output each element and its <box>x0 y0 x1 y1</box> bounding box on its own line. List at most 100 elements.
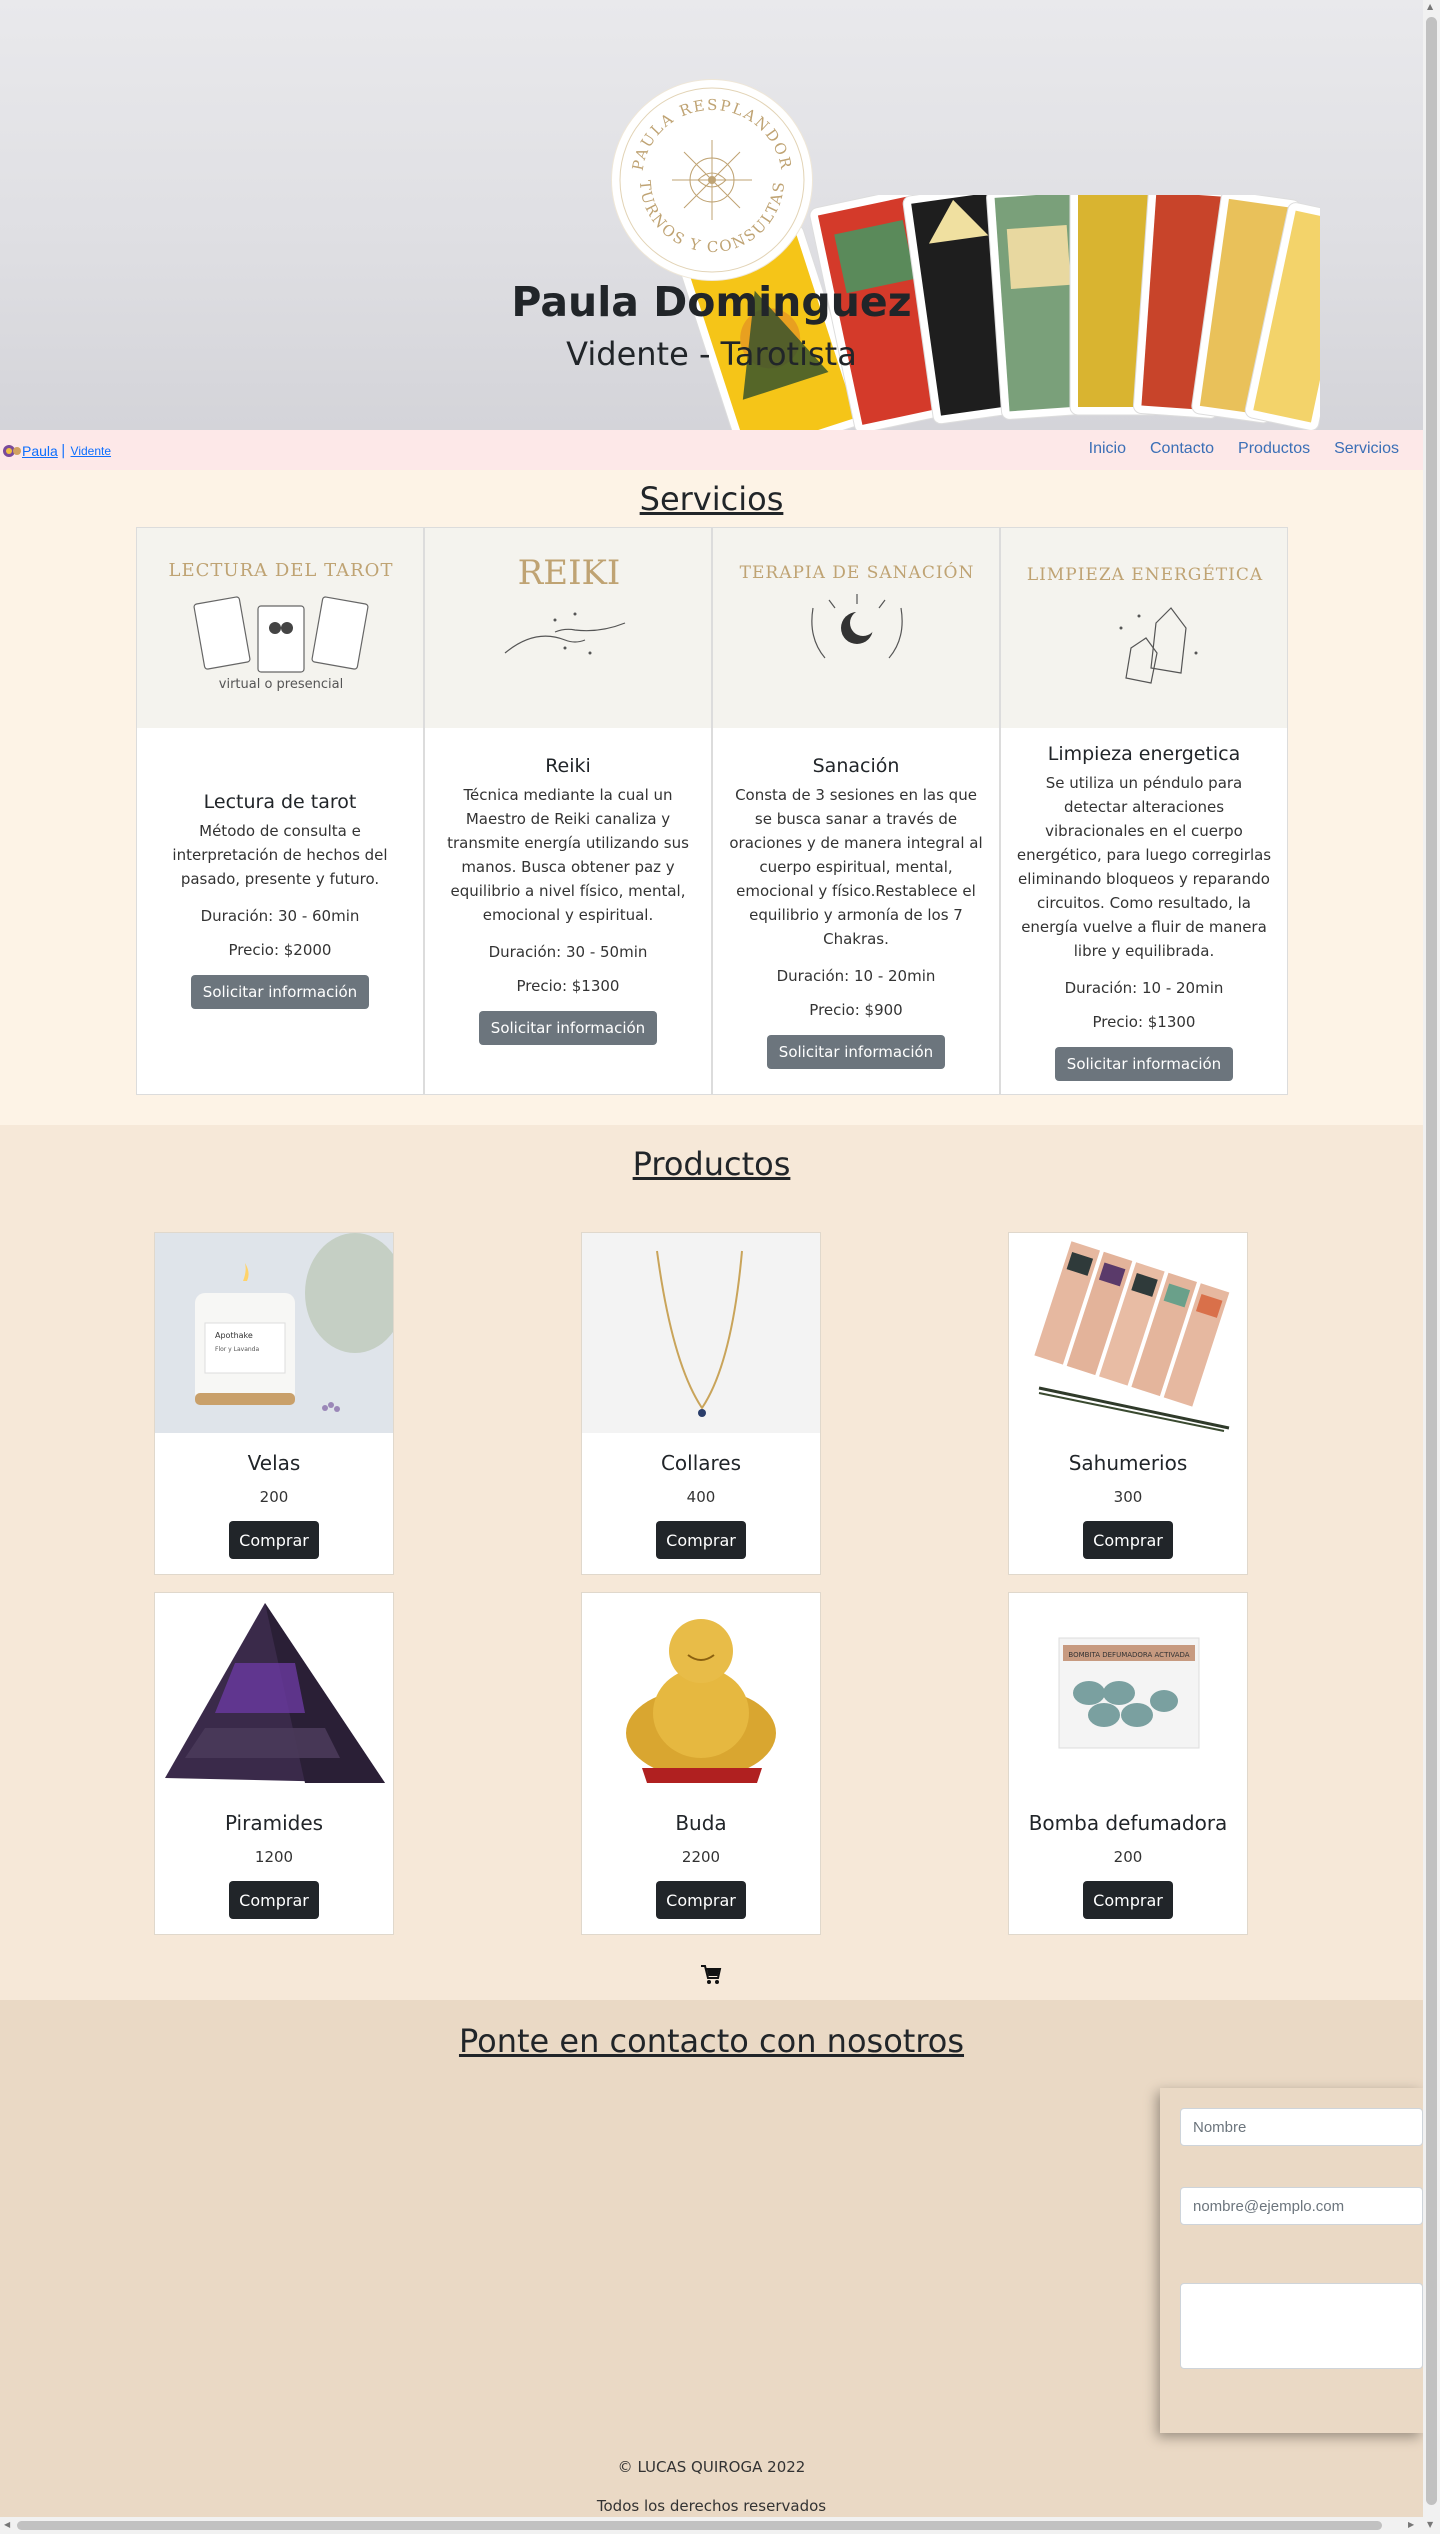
product-name: Collares <box>660 1451 742 1475</box>
message-textarea[interactable] <box>1180 2283 1423 2369</box>
product-image-collares <box>582 1233 820 1433</box>
horizontal-scroll-thumb[interactable] <box>17 2521 1382 2530</box>
products-section: Productos Apothake Flor y Lavanda Velas … <box>0 1125 1423 2000</box>
product-name: Sahumerios <box>1068 1451 1188 1475</box>
footer-copyright: © LUCAS QUIROGA 2022 <box>617 2458 806 2476</box>
service-duration: Duración: 30 - 50min <box>488 943 648 961</box>
product-image-sahumerios <box>1009 1233 1247 1433</box>
buy-button[interactable]: Comprar <box>229 1881 319 1919</box>
service-price: Precio: $1300 <box>516 977 620 995</box>
svg-text:TERAPIA DE SANACIÓN: TERAPIA DE SANACIÓN <box>740 562 975 583</box>
service-description: Método de consulta e interpretación de h… <box>172 822 388 888</box>
buy-button[interactable]: Comprar <box>1083 1521 1173 1559</box>
service-duration: Duración: 10 - 20min <box>1064 979 1224 997</box>
svg-text:BOMBITA DEFUMADORA ACTIVADA: BOMBITA DEFUMADORA ACTIVADA <box>1068 1651 1189 1659</box>
product-name: Buda <box>675 1811 727 1835</box>
nav-links: Inicio Contacto Productos Servicios <box>1065 440 1399 458</box>
product-card: Sahumerios 300 Comprar <box>1008 1232 1248 1575</box>
vertical-scrollbar[interactable]: ▲ ▼ <box>1423 0 1440 2534</box>
product-name: Piramides <box>224 1811 324 1835</box>
scroll-up-arrow-icon[interactable]: ▲ <box>1427 2 1433 11</box>
horizontal-scrollbar[interactable]: ◀ ▶ <box>0 2517 1423 2534</box>
product-card: Apothake Flor y Lavanda Velas 200 Compra… <box>154 1232 394 1575</box>
product-price: 400 <box>686 1488 716 1506</box>
request-info-button[interactable]: Solicitar información <box>1054 1047 1234 1081</box>
product-card: Buda 2200 Comprar <box>581 1592 821 1935</box>
product-image-bomba-defumadora: BOMBITA DEFUMADORA ACTIVADA <box>1009 1593 1247 1793</box>
service-description: Se utiliza un péndulo para detectar alte… <box>1016 774 1272 960</box>
buy-button[interactable]: Comprar <box>1083 1881 1173 1919</box>
name-input[interactable]: Nombre <box>1180 2108 1423 2146</box>
scroll-down-arrow-icon[interactable]: ▼ <box>1427 2520 1433 2529</box>
brand-logo: PAULA RESPLANDOR TURNOS Y CONSULTAS <box>612 80 812 280</box>
page: PAULA RESPLANDOR TURNOS Y CONSULTAS Paul… <box>0 0 1423 2534</box>
service-price: Precio: $1300 <box>1092 1013 1196 1031</box>
service-price: Precio: $2000 <box>228 941 332 959</box>
product-image-piramides <box>155 1593 393 1793</box>
product-card: BOMBITA DEFUMADORA ACTIVADA Bomba defuma… <box>1008 1592 1248 1935</box>
service-card-limpieza: LIMPIEZA ENERGÉTICA Limpieza energetica … <box>1000 527 1288 1095</box>
service-card-reiki: REIKI Reiki Técnica mediante la cual un … <box>424 527 712 1095</box>
service-image-sanacion: TERAPIA DE SANACIÓN <box>713 528 999 728</box>
scroll-right-arrow-icon[interactable]: ▶ <box>1408 2520 1414 2529</box>
svg-text:virtual o presencial: virtual o presencial <box>219 677 343 692</box>
nav-link-contacto[interactable]: Contacto <box>1150 440 1214 458</box>
product-image-velas: Apothake Flor y Lavanda <box>155 1233 393 1433</box>
product-price: 200 <box>259 1488 289 1506</box>
svg-text:Apothake: Apothake <box>215 1331 253 1340</box>
buy-button[interactable]: Comprar <box>229 1521 319 1559</box>
nav-link-inicio[interactable]: Inicio <box>1089 440 1126 458</box>
service-title: Sanación <box>812 755 900 777</box>
svg-text:LECTURA DEL TAROT: LECTURA DEL TAROT <box>169 560 394 581</box>
buy-button[interactable]: Comprar <box>656 1881 746 1919</box>
product-card: Collares 400 Comprar <box>581 1232 821 1575</box>
request-info-button[interactable]: Solicitar información <box>190 975 370 1009</box>
svg-text:LIMPIEZA ENERGÉTICA: LIMPIEZA ENERGÉTICA <box>1027 564 1263 585</box>
product-image-buda <box>582 1593 820 1793</box>
scroll-left-arrow-icon[interactable]: ◀ <box>4 2520 10 2529</box>
service-image-tarot: LECTURA DEL TAROT virtual o presencial <box>137 528 423 728</box>
products-title: Productos <box>632 1145 791 1183</box>
brand-name-link[interactable]: Paula <box>22 443 58 459</box>
nav-link-productos[interactable]: Productos <box>1238 440 1310 458</box>
request-info-button[interactable]: Solicitar información <box>478 1011 658 1045</box>
hero-name: Paula Dominguez <box>511 278 912 326</box>
svg-text:REIKI: REIKI <box>518 553 621 593</box>
service-duration: Duración: 30 - 60min <box>200 907 360 925</box>
service-description: Consta de 3 sesiones en las que se busca… <box>729 786 983 948</box>
contact-section: Ponte en contacto con nosotros Nombre no… <box>0 2000 1423 2534</box>
contact-form: Nombre nombre@ejemplo.com <box>1160 2088 1423 2433</box>
product-price: 200 <box>1113 1848 1143 1866</box>
service-card-tarot: LECTURA DEL TAROT virtual o presencial L… <box>136 527 424 1095</box>
services-section: Servicios LECTURA DEL TAROT virtual o pr… <box>0 470 1423 1125</box>
request-info-button[interactable]: Solicitar información <box>766 1035 946 1069</box>
service-title: Lectura de tarot <box>203 791 357 813</box>
brand-flower-icon <box>3 445 21 457</box>
hero-banner: PAULA RESPLANDOR TURNOS Y CONSULTAS Paul… <box>0 0 1423 430</box>
nav-link-servicios[interactable]: Servicios <box>1334 440 1399 458</box>
navbar-brand[interactable]: Paula | Vidente <box>2 442 111 460</box>
brand-separator: | <box>60 443 66 459</box>
service-title: Limpieza energetica <box>1047 743 1241 765</box>
product-card: Piramides 1200 Comprar <box>154 1592 394 1935</box>
hero-role: Vidente - Tarotista <box>566 335 857 373</box>
svg-text:Flor y Lavanda: Flor y Lavanda <box>215 1346 259 1353</box>
product-name: Velas <box>247 1451 301 1475</box>
service-image-limpieza: LIMPIEZA ENERGÉTICA <box>1001 528 1287 728</box>
product-price: 2200 <box>681 1848 721 1866</box>
vertical-scroll-thumb[interactable] <box>1426 17 1437 2505</box>
service-duration: Duración: 10 - 20min <box>776 967 936 985</box>
product-price: 300 <box>1113 1488 1143 1506</box>
product-name: Bomba defumadora <box>1028 1811 1228 1835</box>
buy-button[interactable]: Comprar <box>656 1521 746 1559</box>
service-card-sanacion: TERAPIA DE SANACIÓN Sanación Consta de 3… <box>712 527 1000 1095</box>
service-title: Reiki <box>545 755 591 777</box>
service-image-reiki: REIKI <box>425 528 711 728</box>
cart-icon[interactable] <box>700 1963 722 1985</box>
email-input[interactable]: nombre@ejemplo.com <box>1180 2187 1423 2225</box>
service-description: Técnica mediante la cual un Maestro de R… <box>447 786 689 924</box>
brand-sub-link[interactable]: Vidente <box>71 444 111 458</box>
product-price: 1200 <box>254 1848 294 1866</box>
service-price: Precio: $900 <box>809 1001 903 1019</box>
footer-rights: Todos los derechos reservados <box>596 2497 827 2515</box>
